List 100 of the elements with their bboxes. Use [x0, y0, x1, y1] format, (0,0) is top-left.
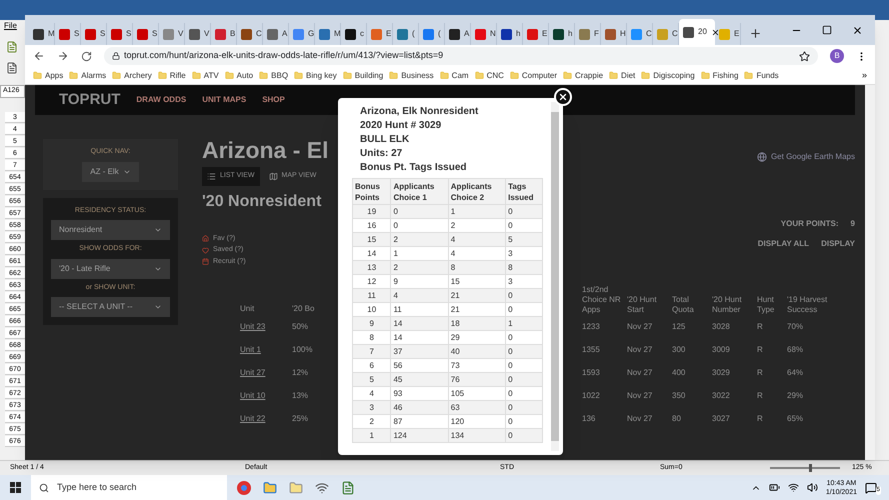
wifi-icon[interactable]	[788, 482, 799, 493]
unit-link[interactable]: Unit 1	[237, 344, 292, 356]
earth-link[interactable]: Get Google Earth Maps	[756, 151, 855, 163]
table-cell-text: 29%	[787, 390, 804, 400]
folder-icon	[474, 71, 484, 80]
nav-link[interactable]: UNIT MAPS	[202, 94, 246, 106]
tab-title: C	[672, 30, 678, 38]
table-cell: 1	[352, 428, 391, 442]
unit-link[interactable]: Unit 23	[237, 320, 292, 332]
bookmark[interactable]: Business	[389, 70, 434, 82]
unit-link[interactable]: Unit 22	[237, 412, 292, 424]
slider-thumb[interactable]	[808, 464, 812, 472]
bookmark[interactable]: Building	[342, 70, 384, 82]
dropdown[interactable]: -- SELECT A UNIT --	[51, 297, 170, 317]
maximize-icon[interactable]	[822, 24, 832, 34]
tab-title: S	[74, 30, 80, 38]
bookmark[interactable]: Archery	[112, 70, 152, 82]
bookmark[interactable]: Bing key	[294, 70, 337, 82]
table-cell: 124	[390, 428, 448, 442]
table-cell-text: 125	[672, 322, 686, 332]
map-icon	[268, 172, 278, 181]
bookmark[interactable]: Crappie	[563, 70, 604, 82]
folder-icon	[192, 71, 201, 80]
table-cell-text: Nov 27	[627, 414, 654, 424]
document-icon[interactable]	[6, 41, 18, 53]
reload-icon[interactable]	[81, 50, 92, 62]
column-header: Hunt Type	[757, 295, 776, 315]
new-tab-icon[interactable]	[749, 27, 762, 40]
search-placeholder: Type here to search	[57, 480, 137, 494]
more-bookmarks[interactable]: »	[862, 68, 867, 82]
bookmark[interactable]: ATV	[192, 70, 219, 82]
calendar-icon	[202, 258, 209, 266]
table-cell-text: 50%	[292, 320, 310, 332]
tab-title: B	[230, 30, 236, 38]
spreadsheet-icon[interactable]	[341, 480, 355, 494]
back-icon[interactable]	[33, 50, 45, 62]
menu-item[interactable]: File	[0, 20, 25, 32]
modal-heading: 2020 Hunt # 3029	[360, 120, 442, 132]
globe-icon	[756, 152, 767, 162]
bookmark[interactable]: CNC	[474, 70, 504, 82]
site-logo[interactable]: TOPRUT	[59, 88, 120, 112]
caret-icon	[154, 303, 162, 311]
table-cell-text: 300	[672, 344, 686, 354]
bookmark[interactable]: Funds	[744, 70, 779, 82]
search-field[interactable]: Type here to search	[31, 475, 227, 500]
table-cell-text: R	[757, 368, 764, 378]
page-title: Arizona - El	[202, 139, 329, 162]
profile-avatar[interactable]: B	[830, 49, 844, 63]
bookmark[interactable]: Alarms	[69, 70, 106, 82]
nav-link[interactable]: DRAW ODDS	[136, 94, 186, 106]
unit-link[interactable]: Unit 10	[237, 390, 292, 402]
column-header: Total Quota	[672, 295, 695, 315]
display-all-button[interactable]: DISPLAY ALL	[758, 238, 810, 250]
folder-icon	[224, 71, 234, 80]
points-label: YOUR POINTS:	[780, 218, 839, 230]
table-cell-text: 3009	[712, 344, 731, 354]
document-icon[interactable]	[6, 62, 18, 74]
close-icon[interactable]	[710, 28, 720, 36]
page-scrollbar[interactable]	[865, 85, 875, 460]
tab-title: c	[360, 30, 364, 38]
bookmark-star-icon[interactable]	[799, 50, 810, 62]
bookmark[interactable]: Fishing	[700, 70, 738, 82]
windows-start-icon[interactable]	[10, 482, 21, 493]
tab-title: V	[204, 30, 210, 38]
nav-link[interactable]: SHOP	[262, 94, 285, 106]
close-icon	[558, 92, 568, 102]
table-cell-text: 3029	[712, 368, 731, 378]
tab-title: E	[734, 30, 740, 38]
close-icon[interactable]	[852, 24, 863, 36]
battery-icon[interactable]	[768, 482, 780, 493]
address-bar[interactable]: toprut.com/hunt/arizona-elk-units-draw-odds-late-rifle/r/um/413/?view=list&pts=9	[104, 47, 818, 65]
modal-scrollbar[interactable]	[551, 102, 559, 451]
dropdown[interactable]: '20 - Late Rifle	[51, 258, 170, 278]
page-subtitle: '20 Nonresident	[202, 192, 322, 212]
folder-icon	[342, 71, 352, 80]
bookmark[interactable]: Auto	[224, 70, 254, 82]
dropdown[interactable]: AZ - Elk	[82, 162, 139, 182]
volume-icon[interactable]	[806, 482, 818, 493]
forward-icon[interactable]	[57, 50, 69, 62]
bookmark[interactable]: Rifle	[158, 70, 186, 82]
table-cell-text: 1355	[582, 344, 601, 354]
bookmark[interactable]: BBQ	[259, 70, 288, 82]
bookmark[interactable]: Diet	[609, 70, 636, 82]
bookmark[interactable]: Digiscoping	[641, 70, 695, 82]
table-cell-text: 3027	[712, 414, 731, 424]
table-cell-text: 1233	[582, 322, 601, 332]
bookmark[interactable]: Apps	[33, 70, 64, 82]
unit-link[interactable]: Unit 27	[237, 366, 292, 378]
display-button[interactable]: DISPLAY	[821, 238, 855, 250]
search-icon	[39, 482, 49, 492]
points-dropdown[interactable]: 9	[850, 218, 855, 230]
bookmark[interactable]: Cam	[440, 70, 469, 82]
column-header: '20 Hunt Start	[627, 295, 658, 315]
table-cell-text: R	[757, 344, 764, 354]
folder-icon	[259, 71, 268, 80]
tab-title: A	[464, 30, 470, 38]
dropdown[interactable]: Nonresident	[51, 220, 170, 240]
folder-icon[interactable]	[263, 480, 277, 494]
bookmark[interactable]: Computer	[510, 70, 558, 82]
folder-icon	[294, 71, 304, 80]
